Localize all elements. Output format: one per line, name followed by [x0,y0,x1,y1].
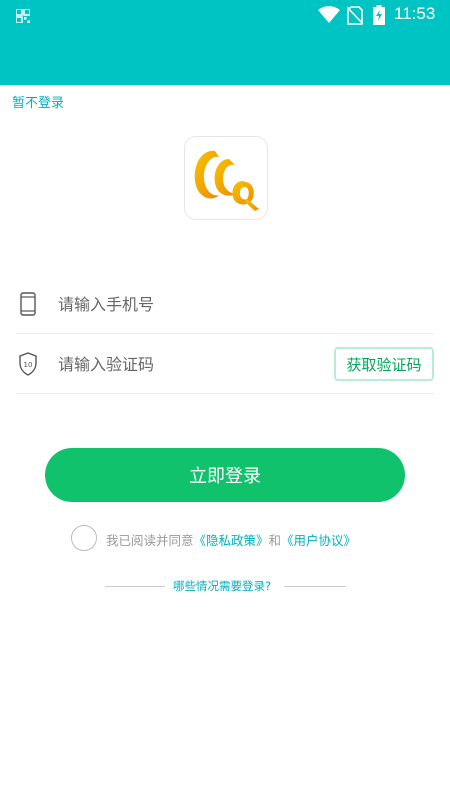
phone-icon [20,292,36,316]
code-input[interactable] [58,348,318,380]
status-bar: 11:53 [0,0,450,85]
get-code-button[interactable]: 获取验证码 [334,347,434,381]
phone-input[interactable] [58,288,318,320]
qr-icon [16,9,30,23]
app-logo [184,136,268,220]
battery-charging-icon [373,5,385,25]
user-agreement-link[interactable]: 《用户协议》 [281,533,356,548]
agreement-checkbox[interactable] [71,525,97,551]
skip-login-link[interactable]: 暂不登录 [12,92,64,111]
agreement-text: 我已阅读并同意《隐私政策》和《用户协议》 [106,530,356,549]
phone-row [16,274,434,334]
divider-right [284,586,346,587]
no-sim-icon [347,6,363,25]
code-row: 10 获取验证码 [16,334,434,394]
login-button[interactable]: 立即登录 [45,448,405,502]
shield-icon: 10 [19,352,37,376]
divider-left [105,586,165,587]
status-time: 11:53 [394,4,436,23]
agreement-prefix: 我已阅读并同意 [106,533,194,548]
privacy-policy-link[interactable]: 《隐私政策》 [194,533,269,548]
app-logo-icon [194,150,259,211]
wifi-icon [318,6,340,23]
login-help-link[interactable]: 哪些情况需要登录? [173,578,271,594]
svg-text:10: 10 [24,361,33,369]
agreement-conjunction: 和 [268,533,282,548]
